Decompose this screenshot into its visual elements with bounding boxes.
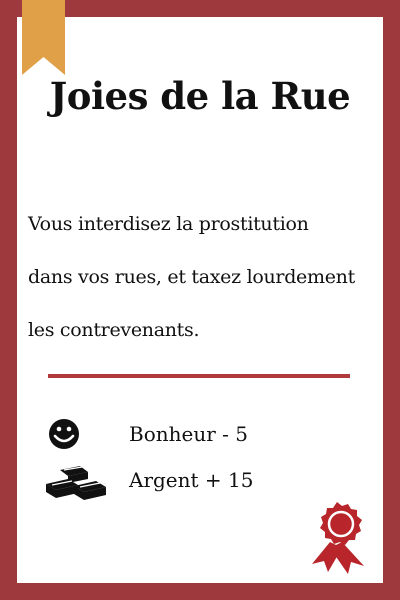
effect-label: Argent + 15 xyxy=(129,468,254,492)
effect-happiness: Bonheur - 5 xyxy=(44,416,344,456)
description-line: Vous interdisez la prostitution xyxy=(28,213,309,235)
gold-bars-icon xyxy=(46,466,106,500)
bookmark-ribbon-icon xyxy=(22,0,65,75)
description-line: les contrevenants. xyxy=(28,319,200,341)
effect-money: Argent + 15 xyxy=(44,462,344,502)
smiley-icon xyxy=(49,419,79,449)
wax-seal-icon xyxy=(312,502,364,574)
description-line: dans vos rues, et taxez lourdement xyxy=(28,266,355,288)
card-description: Vous interdisez la prostitution dans vos… xyxy=(28,198,384,357)
divider xyxy=(48,374,350,378)
effect-label: Bonheur - 5 xyxy=(129,422,248,446)
card-title: Joies de la Rue xyxy=(49,74,351,118)
